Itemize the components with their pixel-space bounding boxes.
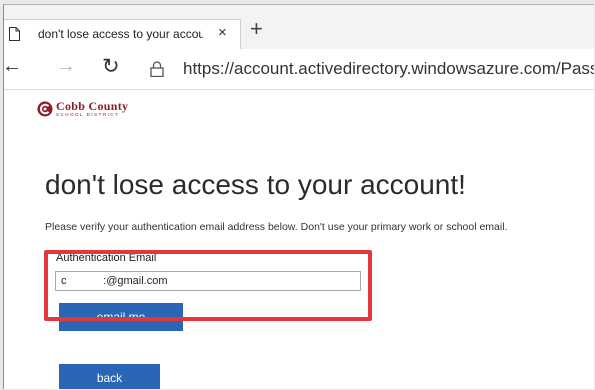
plus-icon[interactable]: + — [250, 18, 263, 40]
address-bar-row: ← → ↻ https://account.activedirectory.wi… — [4, 49, 594, 90]
back-button[interactable]: back — [59, 364, 160, 389]
page-content: Cobb County SCHOOL DISTRICT don't lose a… — [4, 90, 594, 389]
close-icon[interactable]: × — [218, 24, 227, 41]
logo-subtitle: SCHOOL DISTRICT — [56, 112, 120, 118]
email-me-button[interactable]: email me — [59, 303, 183, 331]
lock-icon — [150, 61, 164, 77]
tab-title: don't lose access to your accoun — [38, 27, 203, 41]
forward-arrow-icon[interactable]: → — [56, 55, 76, 78]
browser-tab[interactable]: don't lose access to your accoun × — [4, 19, 241, 50]
school-logo: Cobb County SCHOOL DISTRICT — [37, 98, 128, 120]
back-arrow-icon[interactable]: ← — [4, 55, 22, 78]
email-field[interactable] — [55, 271, 361, 291]
email-field-label: Authentication Email — [56, 252, 157, 264]
page-title: don't lose access to your account! — [45, 169, 466, 200]
browser-window: don't lose access to your accoun × + ← →… — [3, 4, 594, 389]
refresh-icon[interactable]: ↻ — [102, 54, 120, 79]
logo-name: Cobb County — [56, 99, 129, 114]
url-field[interactable]: https://account.activedirectory.windowsa… — [183, 59, 594, 79]
page-icon — [9, 27, 20, 41]
logo-mark-icon — [37, 101, 53, 117]
instruction-text: Please verify your authentication email … — [45, 221, 508, 233]
